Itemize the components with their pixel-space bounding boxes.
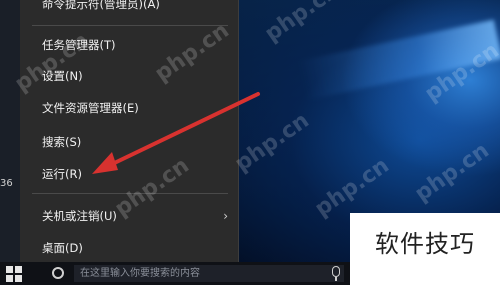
cortana-circle-icon[interactable] [52,267,64,279]
background-window: 36 [0,0,20,268]
menu-item-run[interactable]: 运行(R) [20,161,238,187]
site-badge: 软件技巧 [350,213,500,285]
windows-start-icon[interactable] [6,266,22,282]
menu-item-label: 运行(R) [42,167,82,181]
taskbar-search-input[interactable]: 在这里输入你要搜索的内容 [74,265,344,282]
menu-item-shutdown-signout[interactable]: 关机或注销(U) › [20,203,238,229]
menu-item-desktop[interactable]: 桌面(D) [20,235,238,261]
chevron-right-icon: › [223,209,228,223]
menu-separator [32,193,228,194]
menu-item-label: 命令提示符(管理员)(A) [42,0,160,11]
microphone-icon[interactable] [332,266,340,277]
menu-item-label: 关机或注销(U) [42,209,117,223]
menu-item-label: 桌面(D) [42,241,83,255]
menu-item-settings[interactable]: 设置(N) [20,63,238,89]
background-window-text: 36 [0,178,13,189]
menu-item-label: 任务管理器(T) [42,38,116,52]
winx-context-menu: 命令提示符(管理员)(A) 任务管理器(T) 设置(N) 文件资源管理器(E) … [20,0,239,268]
menu-item-label: 搜索(S) [42,135,82,149]
menu-separator [32,25,228,26]
menu-item-label: 设置(N) [42,69,83,83]
menu-item-search[interactable]: 搜索(S) [20,129,238,155]
menu-item-file-explorer[interactable]: 文件资源管理器(E) [20,95,238,121]
menu-item-task-manager[interactable]: 任务管理器(T) [20,32,238,58]
microphone-icon-stem [335,277,337,281]
menu-item-cmd-admin[interactable]: 命令提示符(管理员)(A) [20,0,238,17]
menu-item-label: 文件资源管理器(E) [42,101,139,115]
